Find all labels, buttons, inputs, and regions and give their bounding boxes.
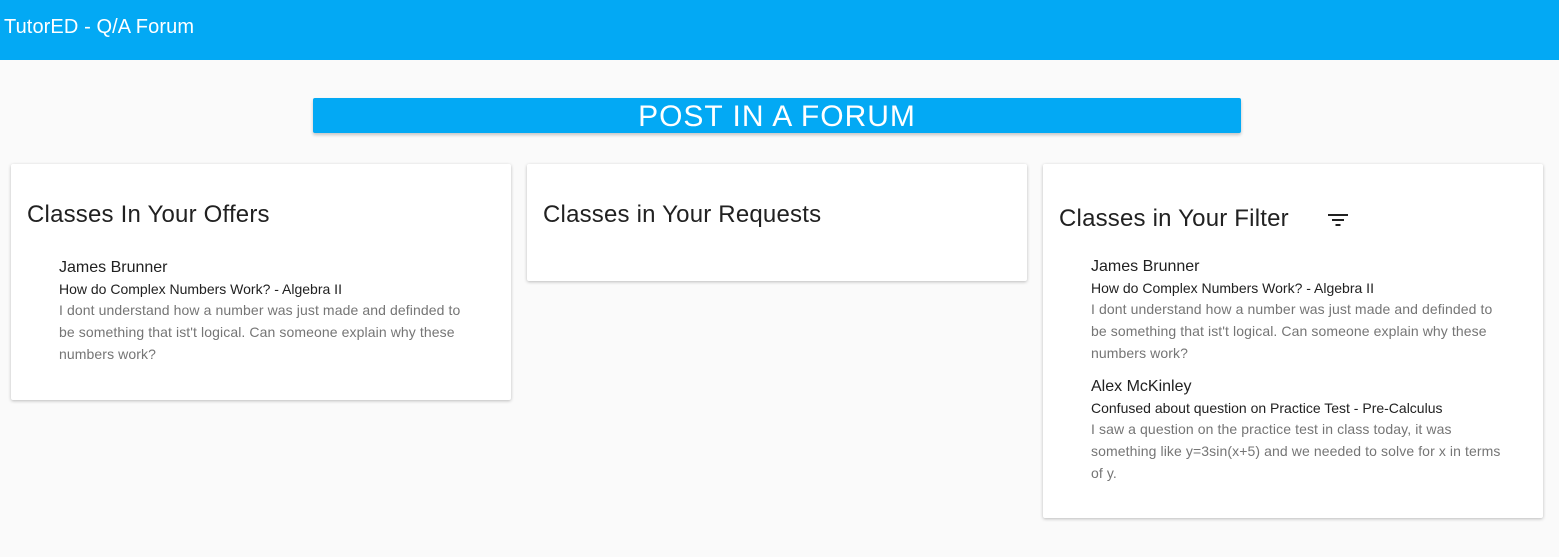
filter-card: Classes in Your Filter James Brunner How… [1043,164,1543,518]
list-item[interactable]: James Brunner How do Complex Numbers Wor… [1091,257,1511,364]
app-title: TutorED - Q/A Forum [4,16,195,38]
post-body: I dont understand how a number was just … [1091,301,1493,361]
requests-card: Classes in Your Requests [527,164,1027,281]
post-in-forum-button[interactable]: POST IN A FORUM [313,98,1241,133]
post-subject: How do Complex Numbers Work? - Algebra I… [59,281,342,297]
filter-icon-glyph [1328,214,1348,226]
list-item[interactable]: Alex McKinley Confused about question on… [1091,377,1511,484]
filter-icon[interactable] [1327,210,1349,230]
offers-card: Classes In Your Offers James Brunner How… [11,164,511,400]
post-subject: Confused about question on Practice Test… [1091,400,1443,416]
post-subject: How do Complex Numbers Work? - Algebra I… [1091,280,1374,296]
post-author: James Brunner [1091,258,1200,275]
post-author: James Brunner [59,259,168,276]
filter-card-title: Classes in Your Filter [1059,205,1289,232]
post-body: I saw a question on the practice test in… [1091,421,1501,481]
list-item[interactable]: James Brunner How do Complex Numbers Wor… [59,258,479,365]
app-bar: TutorED - Q/A Forum [0,0,1559,60]
filter-post-list: James Brunner How do Complex Numbers Wor… [1091,257,1511,497]
offers-post-list: James Brunner How do Complex Numbers Wor… [59,258,479,378]
requests-card-title: Classes in Your Requests [543,201,822,228]
offers-card-title: Classes In Your Offers [27,201,270,228]
post-author: Alex McKinley [1091,378,1192,395]
post-body: I dont understand how a number was just … [59,302,461,362]
